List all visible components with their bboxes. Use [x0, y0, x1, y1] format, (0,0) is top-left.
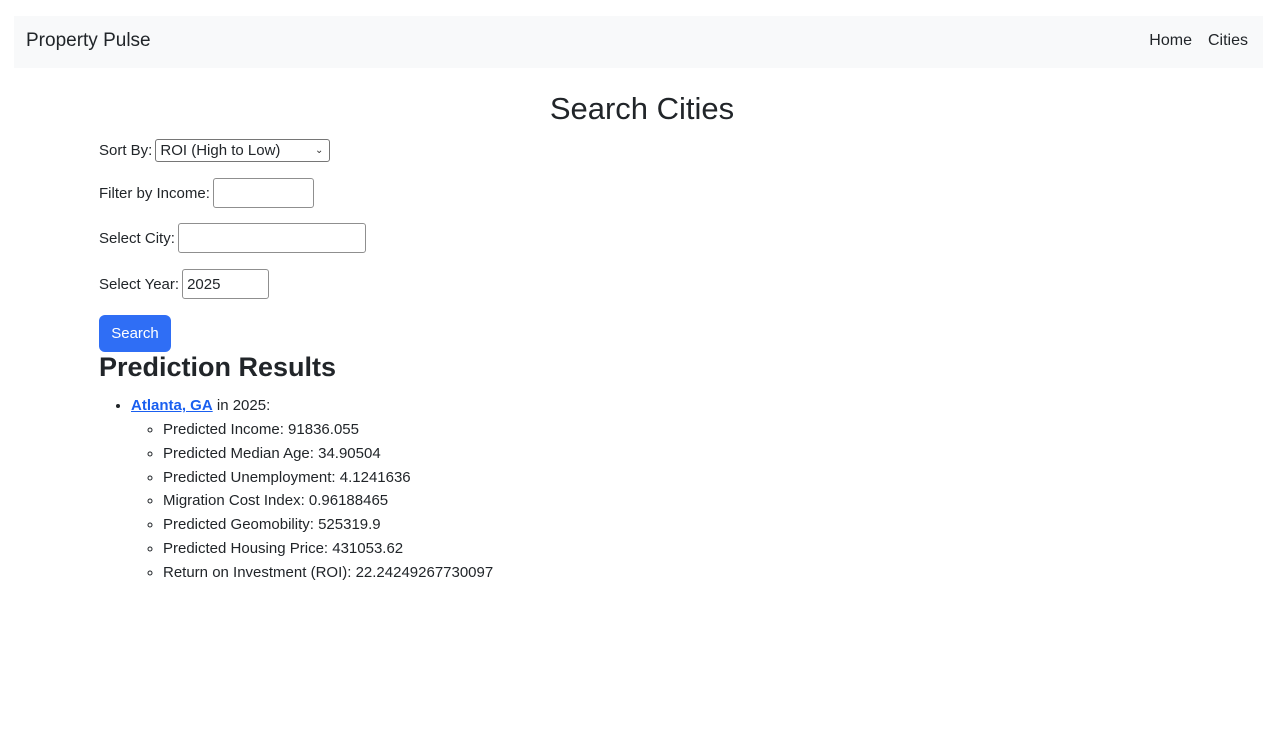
- detail-roi: Return on Investment (ROI): 22.242492677…: [163, 561, 493, 585]
- page-title: Search Cities: [549, 91, 735, 126]
- detail-median-age: Predicted Median Age: 34.90504: [163, 442, 493, 466]
- detail-unemployment: Predicted Unemployment: 4.1241636: [163, 466, 493, 490]
- sort-row: Sort By: ROI (High to Low) ⌄: [99, 139, 331, 162]
- year-input[interactable]: [182, 269, 270, 299]
- detail-migration-cost: Migration Cost Index: 0.96188465: [163, 489, 493, 513]
- city-input[interactable]: [177, 223, 366, 253]
- navbar: Property Pulse Home Cities: [14, 16, 1263, 68]
- result-year-text: in 2025:: [212, 397, 271, 414]
- detail-geomobility: Predicted Geomobility: 525319.9: [163, 513, 493, 537]
- results-heading: Prediction Results: [99, 352, 337, 382]
- detail-income: Predicted Income: 91836.055: [163, 418, 493, 442]
- nav-home-link[interactable]: Home: [1149, 32, 1192, 50]
- results-list: Atlanta, GA in 2025: Predicted Income: 9…: [99, 394, 493, 585]
- income-label: Filter by Income:: [99, 184, 210, 202]
- city-label: Select City:: [99, 229, 175, 247]
- nav-links: Home Cities: [1149, 32, 1248, 50]
- brand-link[interactable]: Property Pulse: [26, 30, 151, 52]
- search-button[interactable]: Search: [99, 315, 171, 352]
- chevron-down-icon: ⌄: [314, 145, 324, 156]
- result-details: Predicted Income: 91836.055 Predicted Me…: [131, 418, 493, 585]
- income-row: Filter by Income:: [99, 178, 314, 208]
- nav-cities-link[interactable]: Cities: [1208, 32, 1248, 50]
- sort-select-value: ROI (High to Low): [160, 142, 281, 159]
- income-input[interactable]: [212, 178, 314, 208]
- detail-housing-price: Predicted Housing Price: 431053.62: [163, 537, 493, 561]
- year-row: Select Year:: [99, 269, 270, 299]
- city-link[interactable]: Atlanta, GA: [131, 397, 213, 414]
- sort-label: Sort By:: [99, 142, 153, 159]
- city-row: Select City:: [99, 223, 366, 253]
- result-item: Atlanta, GA in 2025: Predicted Income: 9…: [131, 394, 493, 585]
- sort-select[interactable]: ROI (High to Low) ⌄: [155, 139, 331, 162]
- year-label: Select Year:: [99, 275, 180, 293]
